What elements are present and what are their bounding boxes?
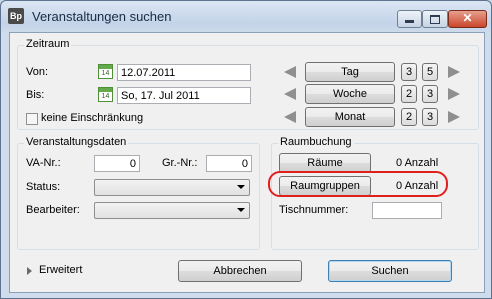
- tischnummer-label: Tischnummer:: [279, 204, 349, 216]
- va-nr-input[interactable]: 0: [94, 155, 140, 172]
- maximize-icon: [423, 11, 447, 27]
- cancel-button[interactable]: Abbrechen: [178, 260, 302, 282]
- von-date-input[interactable]: 12.07.2011: [117, 64, 251, 81]
- app-icon: Bp: [8, 8, 24, 24]
- tag-button[interactable]: Tag: [305, 62, 395, 82]
- expand-arrow-icon[interactable]: [27, 267, 32, 275]
- next-week-arrow-icon[interactable]: [448, 88, 460, 100]
- monat-button[interactable]: Monat: [305, 107, 395, 127]
- chevron-down-icon: [237, 185, 245, 189]
- status-select[interactable]: [94, 179, 250, 196]
- search-button[interactable]: Suchen: [328, 260, 452, 282]
- previous-week-arrow-icon[interactable]: [284, 88, 296, 100]
- close-icon: ✕: [462, 11, 473, 25]
- group-title-veranstaltungsdaten: Veranstaltungsdaten: [24, 136, 129, 148]
- highlight-outline: [268, 171, 448, 197]
- tag-count-2-button[interactable]: 5: [422, 63, 438, 81]
- expand-label[interactable]: Erweitert: [39, 264, 82, 276]
- minimize-button[interactable]: [397, 10, 422, 28]
- calendar-icon[interactable]: 14: [98, 87, 113, 102]
- raeume-count: 0 Anzahl: [396, 157, 439, 169]
- next-month-arrow-icon[interactable]: [448, 111, 460, 123]
- previous-month-arrow-icon[interactable]: [284, 111, 296, 123]
- bearbeiter-label: Bearbeiter:: [26, 204, 80, 216]
- calendar-icon[interactable]: 14: [98, 64, 113, 79]
- group-title-zeitraum: Zeitraum: [24, 38, 72, 50]
- woche-button[interactable]: Woche: [305, 84, 395, 104]
- maximize-button[interactable]: [422, 10, 448, 28]
- gr-nr-label: Gr.-Nr.:: [162, 157, 198, 169]
- chevron-down-icon: [237, 208, 245, 212]
- va-nr-label: VA-Nr.:: [26, 157, 61, 169]
- gr-nr-input[interactable]: 0: [206, 155, 252, 172]
- no-limit-label: keine Einschränkung: [41, 112, 144, 124]
- next-day-arrow-icon[interactable]: [448, 66, 460, 78]
- woche-count-2-button[interactable]: 3: [422, 85, 438, 103]
- dialog-client-area: Zeitraum Von: 14 12.07.2011 Bis: 14 So, …: [9, 32, 485, 293]
- bis-date-input[interactable]: So, 17. Jul 2011: [117, 87, 251, 104]
- group-title-raumbuchung: Raumbuchung: [278, 136, 354, 148]
- tag-count-1-button[interactable]: 3: [401, 63, 417, 81]
- no-limit-checkbox[interactable]: [26, 113, 38, 125]
- close-button[interactable]: ✕: [448, 10, 487, 28]
- title-bar[interactable]: Bp Veranstaltungen suchen ✕: [1, 1, 491, 31]
- raeume-button[interactable]: Räume: [279, 153, 371, 173]
- previous-day-arrow-icon[interactable]: [284, 66, 296, 78]
- von-label: Von:: [26, 66, 49, 78]
- minimize-icon: [398, 11, 421, 27]
- status-label: Status:: [26, 181, 61, 193]
- window-title: Veranstaltungen suchen: [32, 9, 172, 24]
- bis-label: Bis:: [26, 89, 45, 101]
- monat-count-1-button[interactable]: 2: [401, 108, 417, 126]
- tischnummer-input[interactable]: [372, 202, 442, 219]
- dialog-window: Bp Veranstaltungen suchen ✕ Zeitraum Von…: [0, 0, 492, 299]
- bearbeiter-select[interactable]: [94, 202, 250, 219]
- woche-count-1-button[interactable]: 2: [401, 85, 417, 103]
- monat-count-2-button[interactable]: 3: [422, 108, 438, 126]
